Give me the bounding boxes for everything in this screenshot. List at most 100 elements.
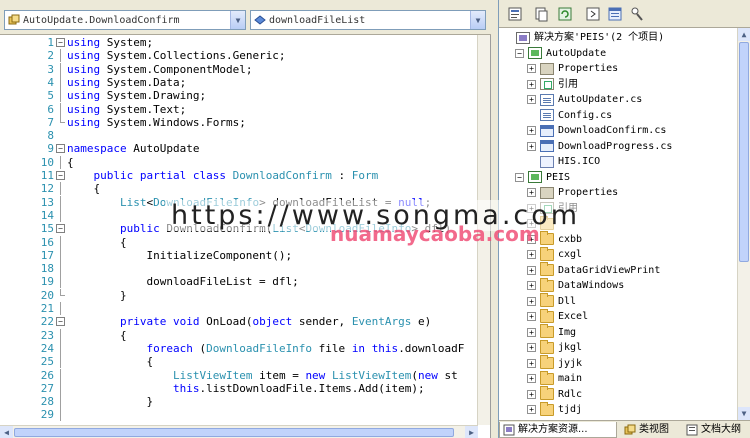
expand-icon[interactable]: + — [527, 126, 536, 135]
expand-icon[interactable]: + — [527, 358, 536, 368]
code-line[interactable]: 29 — [0, 408, 478, 422]
refresh-icon[interactable] — [557, 6, 573, 22]
view-code-icon[interactable] — [585, 6, 601, 22]
line-number: 10 — [40, 155, 54, 169]
project-peis[interactable]: − PEIS — [515, 170, 570, 185]
scroll-left-icon[interactable]: ◀ — [0, 426, 13, 438]
folder-item[interactable]: + cxgl — [527, 246, 582, 262]
scrollbar-thumb[interactable] — [739, 42, 749, 262]
tab-class-view[interactable]: 类视图 — [621, 422, 681, 438]
collapse-icon[interactable]: − — [56, 315, 65, 328]
code-line[interactable]: 20 } — [0, 288, 478, 302]
code-line[interactable]: 7 using System.Windows.Forms; — [0, 115, 478, 129]
folder-item[interactable]: + jkgl — [527, 339, 582, 355]
folder-item[interactable]: + main — [527, 370, 582, 386]
chevron-down-icon[interactable]: ▼ — [230, 11, 245, 29]
code-line[interactable]: 11− public partial class DownloadConfirm… — [0, 169, 478, 182]
folder-item[interactable]: + tjdj — [527, 401, 582, 417]
expand-icon[interactable]: + — [527, 64, 536, 73]
folder-item[interactable]: + DataWindows — [527, 277, 624, 293]
node-properties[interactable]: + Properties — [527, 185, 618, 200]
scroll-up-icon[interactable]: ▲ — [738, 28, 750, 41]
file-his-ico[interactable]: HIS.ICO — [527, 154, 600, 169]
editor-horizontal-scrollbar[interactable]: ◀ ▶ — [0, 425, 478, 438]
code-line[interactable]: 2 using System.Collections.Generic; — [0, 49, 478, 63]
code-keyword: this — [172, 381, 200, 395]
tree-node-label: DownloadConfirm.cs — [558, 125, 667, 136]
collapse-icon[interactable]: − — [56, 142, 65, 155]
code-keyword: using — [67, 89, 101, 103]
folder-item[interactable]: + Rdlc — [527, 386, 582, 402]
code-line[interactable]: 23 { — [0, 328, 478, 342]
show-all-files-icon[interactable] — [533, 6, 549, 22]
node-references[interactable]: + 引用 — [527, 77, 578, 92]
folder-item[interactable]: + Img — [527, 324, 576, 340]
folder-icon — [540, 401, 554, 416]
code-line[interactable]: 25 { — [0, 355, 478, 369]
code-line[interactable]: 28 } — [0, 395, 478, 409]
collapse-icon[interactable]: − — [56, 36, 65, 49]
member-dropdown[interactable]: downloadFileList ▼ — [250, 10, 486, 30]
expand-icon[interactable]: + — [527, 389, 536, 399]
expand-icon[interactable]: + — [527, 296, 536, 306]
file-config[interactable]: Config.cs — [527, 108, 612, 123]
folder-item[interactable]: + Excel — [527, 308, 588, 324]
code-line[interactable]: 17 InitializeComponent(); — [0, 248, 478, 262]
code-line[interactable]: 27 this.listDownloadFile.Items.Add(item)… — [0, 381, 478, 395]
folder-item[interactable]: + Dll — [527, 293, 576, 309]
collapse-icon[interactable]: − — [515, 172, 524, 182]
expand-icon[interactable]: + — [527, 188, 536, 197]
code-line[interactable]: 22− private void OnLoad(object sender, E… — [0, 315, 478, 328]
folder-item[interactable]: + DataGridViewPrint — [527, 262, 660, 278]
code-line[interactable]: 12 { — [0, 182, 478, 196]
code-line[interactable]: 24 foreach (DownloadFileInfo file in thi… — [0, 341, 478, 355]
node-properties[interactable]: + Properties — [527, 61, 618, 76]
expand-icon[interactable]: + — [527, 327, 536, 337]
scrollbar-thumb[interactable] — [14, 428, 454, 437]
code-line[interactable]: 5 using System.Drawing; — [0, 89, 478, 103]
view-designer-icon[interactable] — [607, 6, 623, 22]
code-line[interactable]: 8 — [0, 129, 478, 142]
collapse-icon[interactable]: − — [56, 222, 65, 235]
code-line[interactable]: 26 ListViewItem item = new ListViewItem(… — [0, 368, 478, 382]
code-line[interactable]: 3 using System.ComponentModel; — [0, 62, 478, 76]
expand-icon[interactable]: + — [527, 374, 536, 383]
expand-icon[interactable]: + — [527, 312, 536, 321]
code-line[interactable]: 18 — [0, 262, 478, 276]
expand-icon[interactable]: + — [527, 141, 536, 151]
code-line[interactable]: 19 downloadFileList = dfl; — [0, 275, 478, 289]
solution-vertical-scrollbar[interactable]: ▲ ▼ — [737, 28, 750, 420]
solution-root[interactable]: 解决方案'PEIS'(2 个项目) — [503, 30, 664, 45]
expand-icon[interactable]: + — [527, 281, 536, 290]
collapse-icon[interactable]: − — [56, 169, 65, 182]
tab-document-outline[interactable]: 文档大纲 — [683, 422, 750, 438]
properties-icon[interactable] — [507, 6, 523, 22]
code-line[interactable]: 9− namespace AutoUpdate — [0, 142, 478, 155]
tab-solution-explorer[interactable]: 解决方案资源... — [499, 422, 617, 438]
code-line[interactable]: 21 — [0, 302, 478, 315]
expand-icon[interactable]: + — [527, 343, 536, 352]
expand-icon[interactable]: + — [527, 79, 536, 89]
file-downloadprogress[interactable]: + DownloadProgress.cs — [527, 139, 672, 154]
line-number: 27 — [40, 381, 54, 395]
class-dropdown[interactable]: AutoUpdate.DownloadConfirm ▼ — [4, 10, 246, 30]
collapse-icon[interactable]: − — [515, 48, 524, 58]
expand-icon[interactable]: + — [527, 405, 536, 414]
scroll-right-icon[interactable]: ▶ — [465, 426, 478, 438]
file-downloadconfirm[interactable]: + DownloadConfirm.cs — [527, 123, 666, 138]
expand-icon[interactable]: + — [527, 265, 536, 275]
code-token: AutoUpdate — [126, 142, 200, 156]
expand-icon[interactable]: + — [527, 95, 536, 104]
expand-icon[interactable]: + — [527, 250, 536, 259]
code-line[interactable]: 10 { — [0, 155, 478, 169]
scroll-down-icon[interactable]: ▼ — [738, 407, 750, 420]
project-autoupdate[interactable]: − AutoUpdate — [515, 46, 606, 61]
folder-item[interactable]: + jyjk — [527, 355, 582, 371]
chevron-down-icon[interactable]: ▼ — [470, 11, 485, 29]
code-line[interactable]: 1− using System; — [0, 36, 478, 49]
folder-icon — [540, 324, 554, 338]
class-diagram-icon[interactable] — [629, 6, 645, 22]
code-line[interactable]: 6 using System.Text; — [0, 102, 478, 116]
code-line[interactable]: 4 using System.Data; — [0, 75, 478, 89]
file-autoupdater[interactable]: + AutoUpdater.cs — [527, 92, 642, 107]
